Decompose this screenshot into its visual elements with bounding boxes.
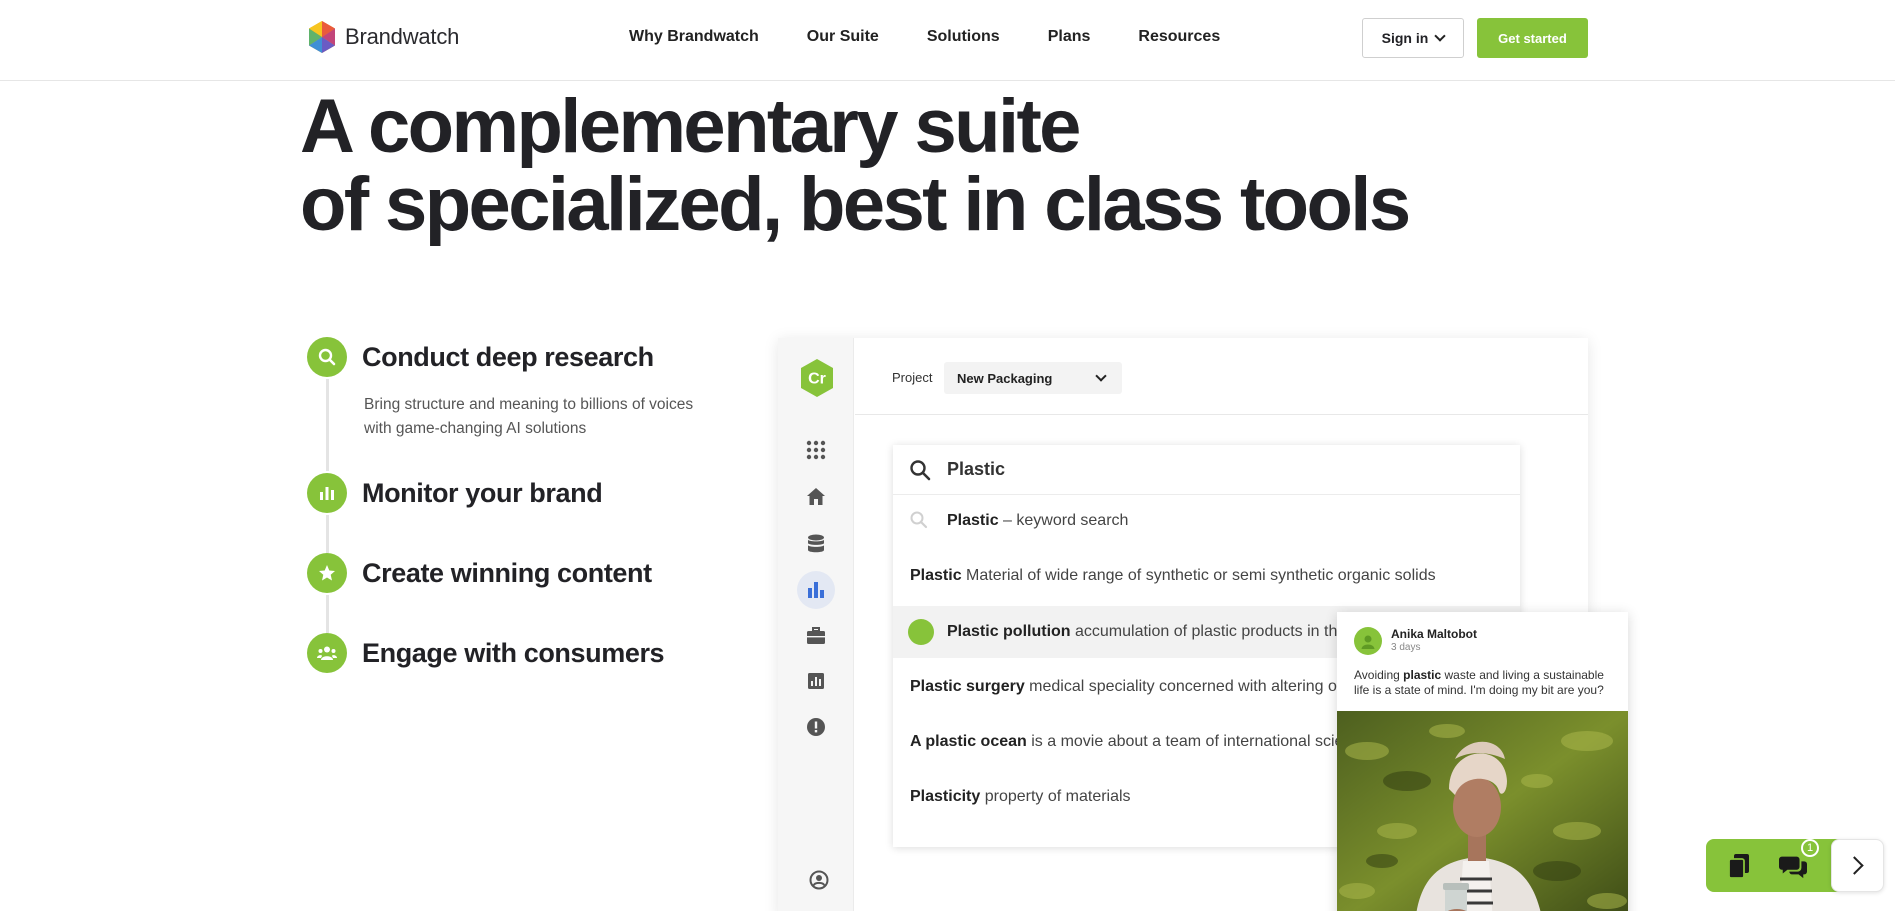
- search-icon: [909, 510, 929, 535]
- database-icon[interactable]: [797, 525, 835, 563]
- search-icon: [909, 459, 931, 486]
- sign-in-button[interactable]: Sign in: [1362, 18, 1464, 58]
- app-sidebar: Cr: [778, 338, 854, 911]
- search-input[interactable]: Plastic: [947, 459, 1005, 480]
- home-icon[interactable]: [797, 477, 835, 515]
- user-profile-icon[interactable]: [800, 861, 838, 899]
- bar-chart-icon: [307, 473, 347, 513]
- sign-in-label: Sign in: [1381, 30, 1429, 46]
- hero-title: A complementary suite of specialized, be…: [300, 84, 1411, 247]
- documents-icon[interactable]: [1725, 852, 1753, 880]
- feature-title: Engage with consumers: [362, 637, 665, 668]
- result-description: – keyword search: [998, 512, 1129, 529]
- post-timestamp: 3 days: [1391, 642, 1421, 653]
- post-keyword: plastic: [1403, 668, 1442, 682]
- feature-connector: [326, 379, 329, 471]
- nav-resources[interactable]: Resources: [1138, 28, 1220, 46]
- post-author: Anika Maltobot: [1391, 627, 1477, 641]
- post-text: Avoiding plastic waste and living a sust…: [1354, 668, 1604, 697]
- feature-item-monitor[interactable]: Monitor your brand: [307, 473, 603, 513]
- support-widget: 1: [1706, 839, 1848, 892]
- feature-item-engage[interactable]: Engage with consumers: [307, 633, 665, 673]
- chat-icon[interactable]: [1779, 852, 1807, 880]
- apps-grid-icon[interactable]: [797, 431, 835, 469]
- brand-name: Brandwatch: [345, 24, 460, 49]
- site-header: Brandwatch Why Brandwatch Our Suite Solu…: [0, 0, 1895, 81]
- alert-icon[interactable]: [797, 708, 835, 746]
- chevron-right-icon: [1845, 856, 1864, 875]
- result-keyword: Plastic: [910, 567, 962, 584]
- result-description: is a movie about a team of international…: [1026, 733, 1344, 750]
- result-keyword: Plastic surgery: [910, 678, 1025, 695]
- topic-dot-icon: [908, 619, 934, 645]
- project-label: Project: [892, 370, 933, 385]
- feature-connector: [326, 595, 329, 633]
- hero-title-line-2: of specialized, best in class tools: [300, 162, 1411, 247]
- search-icon: [307, 337, 347, 377]
- feature-title: Create winning content: [362, 557, 652, 588]
- chevron-down-icon: [1095, 370, 1107, 382]
- briefcase-icon[interactable]: [797, 617, 835, 655]
- widget-next-button[interactable]: [1831, 839, 1884, 892]
- result-keyword: A plastic ocean: [910, 733, 1027, 750]
- social-post-card: Anika Maltobot 3 days Avoiding plastic w…: [1337, 612, 1628, 911]
- result-description: accumulation of plastic products in the: [1070, 623, 1347, 640]
- report-icon[interactable]: [797, 662, 835, 700]
- nav-our-suite[interactable]: Our Suite: [807, 28, 879, 46]
- brand-logo[interactable]: Brandwatch: [307, 20, 459, 54]
- main-nav: Why Brandwatch Our Suite Solutions Plans…: [629, 28, 1220, 46]
- star-icon: [307, 553, 347, 593]
- project-select-value: New Packaging: [957, 370, 1053, 386]
- brandwatch-logo-icon: [309, 21, 335, 53]
- feature-item-research[interactable]: Conduct deep research: [307, 337, 654, 377]
- feature-description: Bring structure and meaning to billions …: [364, 396, 694, 437]
- notification-badge: 1: [1801, 839, 1819, 857]
- result-description: medical speciality concerned with alteri…: [1024, 678, 1343, 695]
- app-logo-text: Cr: [808, 371, 826, 388]
- get-started-button[interactable]: Get started: [1477, 18, 1588, 58]
- result-keyword: Plastic pollution: [947, 623, 1071, 640]
- result-keyword: Plasticity: [910, 788, 981, 805]
- people-icon: [307, 633, 347, 673]
- feature-connector: [326, 515, 329, 553]
- chevron-down-icon: [1434, 30, 1446, 42]
- search-result-item[interactable]: Plastic Material of wide range of synthe…: [893, 550, 1520, 602]
- feature-title: Monitor your brand: [362, 477, 603, 508]
- search-bar[interactable]: Plastic: [893, 445, 1520, 495]
- feature-item-content[interactable]: Create winning content: [307, 553, 652, 593]
- analytics-icon[interactable]: [797, 571, 835, 609]
- project-select[interactable]: New Packaging: [944, 362, 1122, 394]
- post-photo: [1337, 711, 1628, 911]
- feature-title: Conduct deep research: [362, 341, 654, 372]
- app-logo: Cr: [801, 359, 833, 397]
- result-keyword: Plastic: [947, 512, 999, 529]
- nav-plans[interactable]: Plans: [1048, 28, 1091, 46]
- avatar: [1354, 627, 1382, 655]
- result-description: Material of wide range of synthetic or s…: [961, 567, 1436, 584]
- result-description: property of materials: [980, 788, 1131, 805]
- nav-why-brandwatch[interactable]: Why Brandwatch: [629, 28, 759, 46]
- hero-title-line-1: A complementary suite: [300, 84, 1081, 169]
- search-result-item[interactable]: Plastic – keyword search: [893, 495, 1520, 547]
- nav-solutions[interactable]: Solutions: [927, 28, 1000, 46]
